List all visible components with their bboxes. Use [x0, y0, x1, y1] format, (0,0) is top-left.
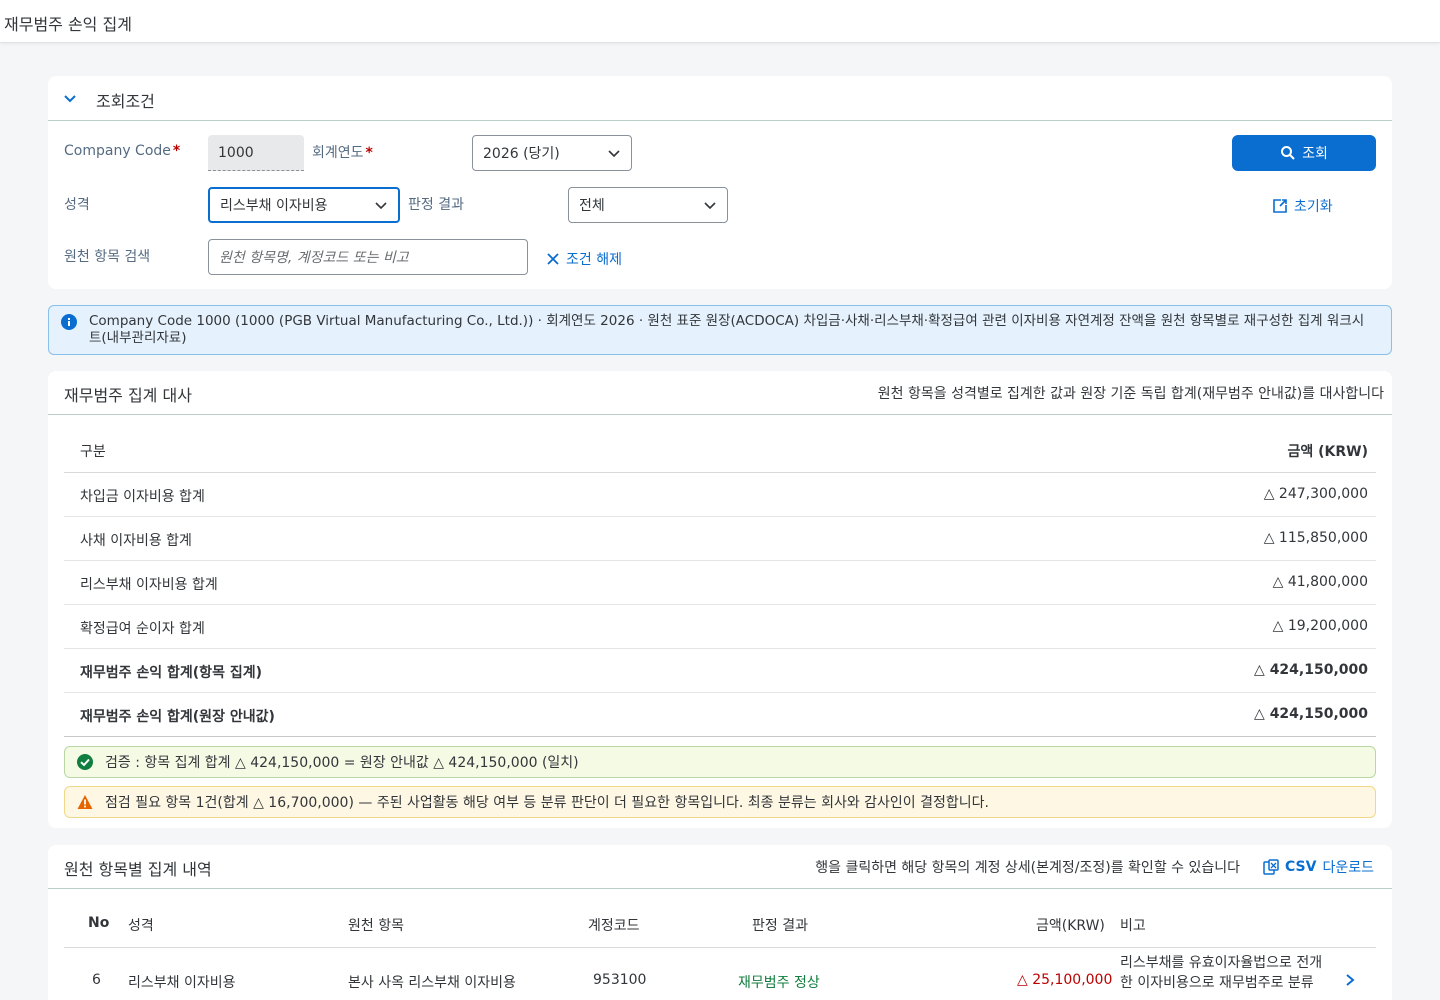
- table-row-total: 재무범주 손익 합계(원장 안내값) △ 424,150,000: [64, 693, 1376, 737]
- search-placeholder: 원천 항목명, 계정코드 또는 비고: [219, 250, 409, 266]
- column-amount: 금액 (KRW): [1287, 444, 1368, 460]
- fiscal-year-select[interactable]: 2026 (당기): [472, 135, 632, 171]
- info-text: Company Code 1000 (1000 (PGB Virtual Man…: [89, 313, 1365, 346]
- cell-remark: 리스부채를 유효이자율법으로 전개한 이자비용으로 재무범주로 분류: [1120, 955, 1323, 991]
- table-row[interactable]: 6 리스부채 이자비용 본사 사옥 리스부채 이자비용 953100 재무범주 …: [64, 949, 1376, 1000]
- judgement-select[interactable]: 전체: [568, 187, 728, 223]
- summary-note: 원천 항목을 성격별로 집계한 값과 원장 기준 독립 합계(재무범주 안내값)…: [877, 386, 1384, 402]
- chevron-down-icon: [375, 202, 387, 210]
- app-title: 재무범주 손익 집계: [4, 15, 132, 34]
- spreadsheet-icon: [1263, 859, 1279, 875]
- clear-conditions-button[interactable]: 조건 해제: [546, 249, 622, 269]
- row-label: 확정급여 순이자 합계: [80, 621, 205, 637]
- summary-header: 재무범주 집계 대사 원천 항목을 성격별로 집계한 값과 원장 기준 독립 합…: [48, 371, 1392, 415]
- cell-judgement: 재무범주 정상: [738, 975, 820, 991]
- company-code-field[interactable]: 1000: [208, 135, 304, 171]
- judgement-value: 전체: [579, 198, 605, 214]
- row-amount: △ 247,300,000: [1263, 486, 1368, 502]
- filter-panel: 조회조건 Company Code * 1000 회계연도 * 2026 (당기) …: [48, 76, 1392, 289]
- reset-icon: [1273, 199, 1287, 213]
- info-message-strip: Company Code 1000 (1000 (PGB Virtual Man…: [48, 305, 1392, 355]
- judgement-label: 판정 결과: [408, 197, 464, 213]
- column-amount: 금액(KRW): [1036, 918, 1105, 934]
- summary-table-header: 구분 금액 (KRW): [64, 427, 1376, 473]
- table-row: 리스부채 이자비용 합계 △ 41,800,000: [64, 561, 1376, 605]
- nature-select[interactable]: 리스부채 이자비용: [208, 187, 400, 223]
- row-amount: △ 424,150,000: [1254, 662, 1368, 678]
- success-text: 검증 : 항목 집계 합계 △ 424,150,000 = 원장 안내값 △ 4…: [105, 755, 579, 771]
- success-message: 검증 : 항목 집계 합계 △ 424,150,000 = 원장 안내값 △ 4…: [64, 746, 1376, 778]
- row-label: 사채 이자비용 합계: [80, 533, 192, 549]
- table-row: 확정급여 순이자 합계 △ 19,200,000: [64, 605, 1376, 649]
- csv-label: 다운로드: [1322, 860, 1374, 876]
- reset-label: 초기화: [1294, 199, 1333, 215]
- detail-header: 원천 항목별 집계 내역 행을 클릭하면 해당 항목의 계정 상세(본계정/조정…: [48, 845, 1392, 889]
- column-nature: 성격: [128, 918, 154, 934]
- search-input[interactable]: 원천 항목명, 계정코드 또는 비고: [208, 239, 528, 275]
- cell-amount: △ 25,100,000: [1017, 972, 1113, 988]
- nature-label: 성격: [64, 197, 90, 213]
- cell-item: 본사 사옥 리스부채 이자비용: [348, 975, 516, 991]
- summary-panel: 재무범주 집계 대사 원천 항목을 성격별로 집계한 값과 원장 기준 독립 합…: [48, 371, 1392, 828]
- fiscal-year-value: 2026 (당기): [483, 146, 560, 162]
- column-no: No: [88, 915, 110, 931]
- column-item: 원천 항목: [348, 918, 404, 934]
- row-label: 차입금 이자비용 합계: [80, 489, 205, 505]
- info-icon: [61, 314, 77, 330]
- filter-title: 조회조건: [96, 92, 155, 111]
- row-amount: △ 115,850,000: [1263, 530, 1368, 546]
- search-icon: [1281, 146, 1295, 160]
- row-amount: △ 19,200,000: [1272, 618, 1368, 634]
- summary-table: 구분 금액 (KRW) 차입금 이자비용 합계 △ 247,300,000 사채…: [64, 427, 1376, 737]
- column-judgement: 판정 결과: [752, 918, 808, 934]
- warning-icon: [77, 795, 93, 809]
- detail-title: 원천 항목별 집계 내역: [64, 860, 212, 879]
- chevron-right-icon[interactable]: [1344, 973, 1356, 987]
- clear-conditions-label: 조건 해제: [566, 252, 622, 268]
- chevron-down-icon[interactable]: [62, 90, 78, 106]
- shell-bar: 재무범주 손익 집계: [0, 0, 1440, 43]
- row-label: 재무범주 손익 합계(항목 집계): [80, 665, 262, 681]
- chevron-down-icon: [704, 202, 716, 210]
- cell-nature: 리스부채 이자비용: [128, 975, 236, 991]
- warning-message: 점검 필요 항목 1건(합계 △ 16,700,000) — 주된 사업활동 해…: [64, 786, 1376, 818]
- row-amount: △ 424,150,000: [1254, 706, 1368, 722]
- warning-text: 점검 필요 항목 1건(합계 △ 16,700,000) — 주된 사업활동 해…: [105, 795, 989, 811]
- reset-button[interactable]: 초기화: [1272, 196, 1333, 216]
- check-circle-icon: [77, 754, 93, 770]
- csv-download-button[interactable]: CSV 다운로드: [1263, 857, 1374, 877]
- row-amount: △ 41,800,000: [1272, 574, 1368, 590]
- table-row: 사채 이자비용 합계 △ 115,850,000: [64, 517, 1376, 561]
- column-account: 계정코드: [588, 918, 640, 934]
- search-label: 원천 항목 검색: [64, 249, 151, 265]
- row-label: 리스부채 이자비용 합계: [80, 577, 218, 593]
- fiscal-year-label: 회계연도 *: [312, 145, 373, 161]
- column-remark: 비고: [1120, 918, 1146, 934]
- table-row: 차입금 이자비용 합계 △ 247,300,000: [64, 473, 1376, 517]
- company-code-label: Company Code *: [64, 143, 181, 159]
- close-icon: [547, 253, 559, 265]
- chevron-down-icon: [608, 150, 620, 158]
- cell-no: 6: [92, 972, 101, 988]
- detail-table-header: No 성격 원천 항목 계정코드 판정 결과 금액(KRW) 비고: [64, 901, 1376, 948]
- detail-panel: 원천 항목별 집계 내역 행을 클릭하면 해당 항목의 계정 상세(본계정/조정…: [48, 845, 1392, 1000]
- filter-header[interactable]: 조회조건: [48, 76, 1392, 121]
- summary-title: 재무범주 집계 대사: [64, 386, 192, 405]
- company-code-value: 1000: [218, 144, 254, 161]
- detail-note: 행을 클릭하면 해당 항목의 계정 상세(본계정/조정)를 확인할 수 있습니다: [815, 860, 1240, 876]
- csv-prefix: CSV: [1285, 859, 1317, 875]
- nature-value: 리스부채 이자비용: [220, 198, 328, 214]
- table-row-total: 재무범주 손익 합계(항목 집계) △ 424,150,000: [64, 649, 1376, 693]
- search-button[interactable]: 조회: [1232, 135, 1376, 171]
- cell-account: 953100: [593, 972, 647, 988]
- search-button-label: 조회: [1302, 146, 1328, 162]
- column-label: 구분: [80, 444, 106, 460]
- row-label: 재무범주 손익 합계(원장 안내값): [80, 709, 275, 725]
